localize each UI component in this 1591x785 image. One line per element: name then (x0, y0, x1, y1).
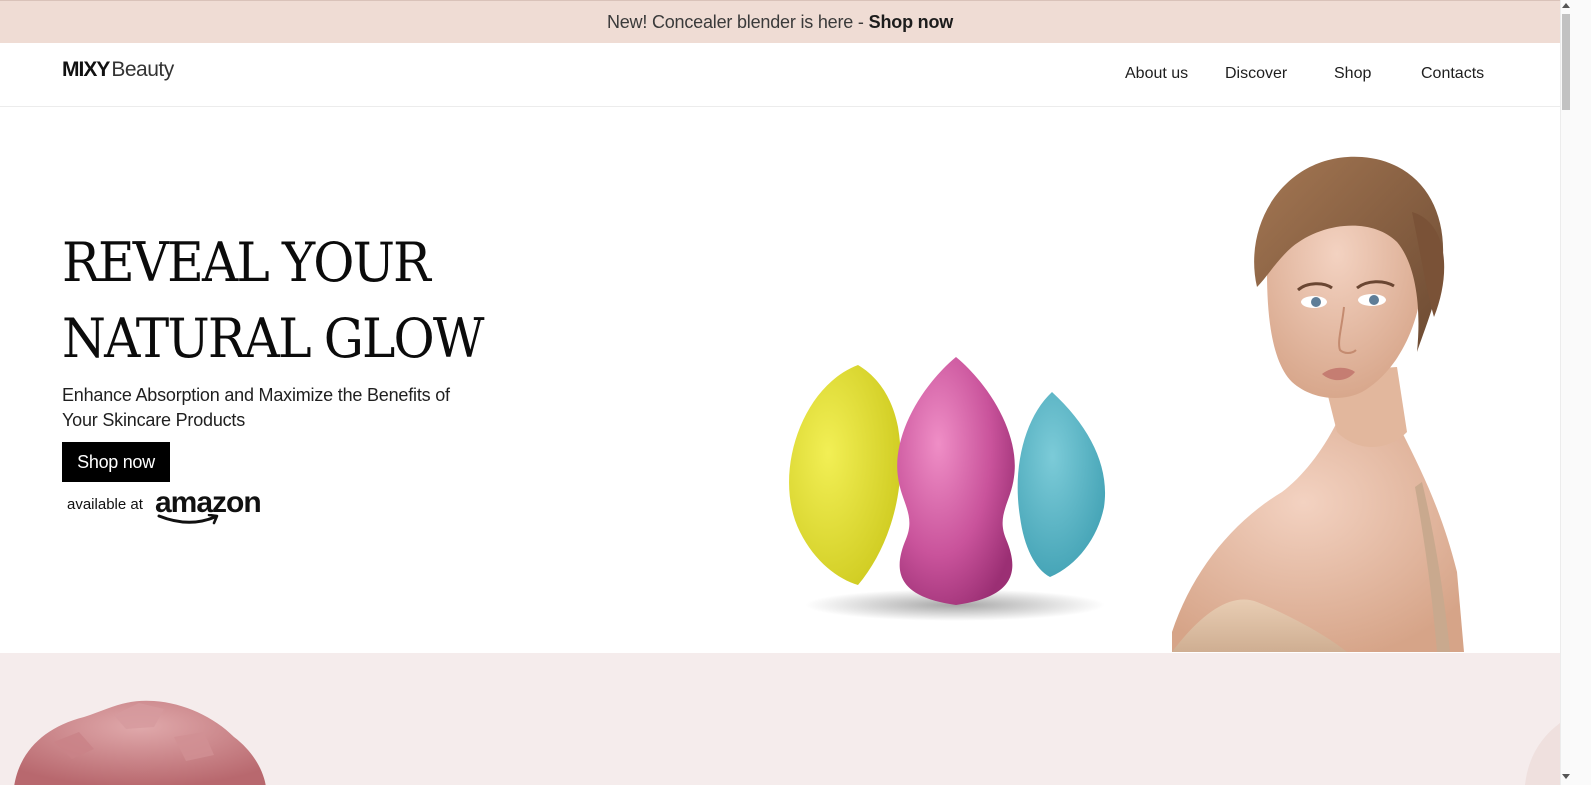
crushed-powder-image (14, 700, 266, 785)
hero-headline-line1: REVEAL YOUR (62, 231, 431, 294)
page-scrollbar[interactable] (1560, 0, 1591, 785)
featured-section (0, 653, 1560, 785)
hero-headline: REVEAL YOUR NATURAL GLOW (62, 225, 620, 377)
available-at-text: available at (67, 496, 143, 513)
hero-subtitle: Enhance Absorption and Maximize the Bene… (62, 385, 450, 430)
model-portrait-image (1172, 156, 1464, 652)
scroll-up-arrow-icon[interactable] (1562, 3, 1570, 8)
scrollbar-thumb[interactable] (1562, 14, 1570, 110)
nav-contacts[interactable]: Contacts (1421, 65, 1484, 83)
logo-bold: MIXY (62, 58, 110, 81)
hero-section: REVEAL YOUR NATURAL GLOW Enhance Absorpt… (0, 107, 1560, 653)
scroll-down-arrow-icon[interactable] (1562, 774, 1570, 779)
logo-light: Beauty (111, 58, 174, 81)
nav-about-us[interactable]: About us (1125, 65, 1188, 83)
amazon-smile-icon (157, 514, 219, 525)
announcement-shop-now-link[interactable]: Shop now (869, 12, 954, 33)
announcement-text: New! Concealer blender is here - (606, 11, 864, 32)
logo[interactable]: MIXYBeauty (62, 58, 174, 82)
site-header: MIXYBeauty About us Discover Shop Contac… (0, 43, 1560, 107)
nav-shop[interactable]: Shop (1334, 65, 1371, 83)
sponges-image (789, 357, 1106, 621)
announcement-bar: New! Concealer blender is here - Shop no… (0, 0, 1560, 43)
hero-headline-line2: NATURAL GLOW (62, 307, 484, 370)
hero-shop-now-button[interactable]: Shop now (62, 442, 170, 482)
decorative-corner-image (1525, 723, 1560, 785)
nav-discover[interactable]: Discover (1225, 65, 1287, 83)
